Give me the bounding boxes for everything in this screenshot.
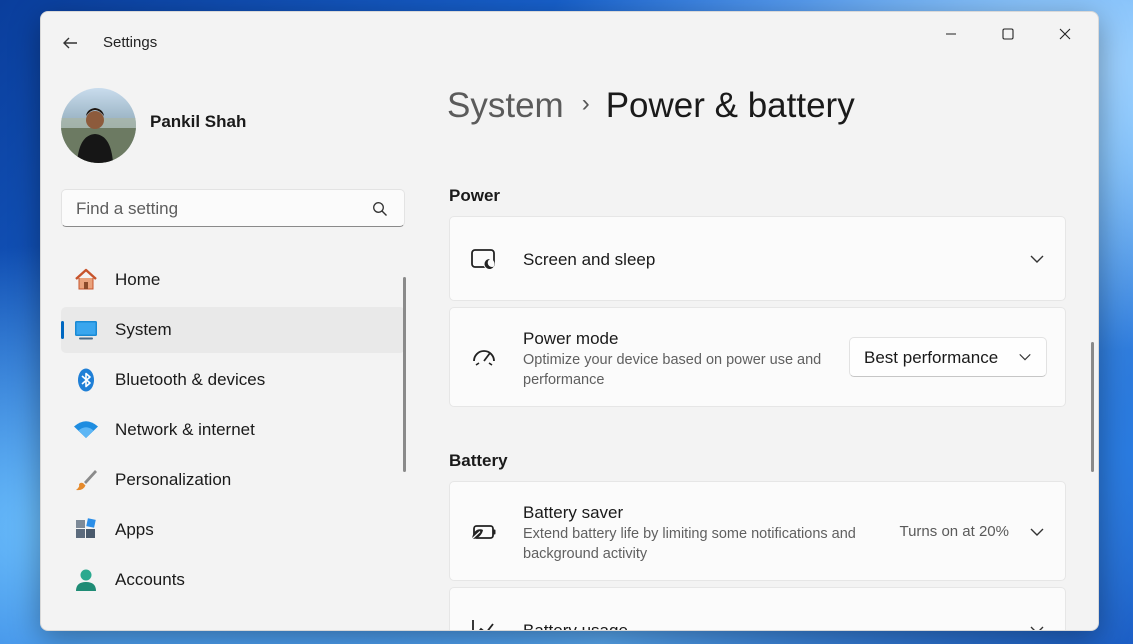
back-arrow-icon	[63, 37, 77, 49]
close-icon	[1059, 28, 1071, 40]
maximize-icon	[1002, 28, 1014, 40]
main-content: System › Power & battery Power Screen and …	[419, 72, 1098, 630]
power-mode-title: Power mode	[523, 329, 619, 348]
minimize-icon	[946, 33, 956, 35]
chevron-down-icon[interactable]	[1029, 251, 1045, 267]
chevron-down-icon[interactable]	[1029, 524, 1045, 540]
power-mode-icon	[473, 350, 495, 366]
battery-saver-title: Battery saver	[523, 503, 624, 522]
battery-saver-icon	[471, 525, 496, 540]
screen-sleep-title: Screen and sleep	[523, 250, 656, 269]
settings-window: Settings Pankil Shah Find a setting Home…	[40, 11, 1099, 631]
power-mode-selected: Best performance	[864, 348, 999, 367]
battery-usage-title: Battery usage	[523, 621, 628, 631]
power-mode-card: Power mode Optimize your device based on…	[449, 307, 1066, 407]
sidebar-item-label: Personalization	[115, 470, 232, 489]
bluetooth-icon	[78, 368, 94, 392]
search-box[interactable]	[61, 189, 405, 227]
apps-icon	[76, 518, 96, 538]
power-mode-dropdown[interactable]: Best performance	[849, 337, 1047, 377]
close-button[interactable]	[1042, 20, 1088, 48]
user-name: Pankil Shah	[150, 112, 247, 131]
battery-saver-card[interactable]: Battery saver Extend battery life by lim…	[449, 481, 1066, 581]
back-button[interactable]	[59, 32, 81, 54]
sidebar-nav: Home System Bluetooth & devices Network …	[61, 257, 405, 607]
page-title: Power & battery	[605, 86, 855, 125]
maximize-button[interactable]	[985, 20, 1031, 48]
system-icon	[75, 321, 97, 340]
sidebar-item-label: Apps	[115, 520, 154, 539]
sidebar-item-system[interactable]: System	[61, 307, 405, 353]
sidebar-item-bluetooth[interactable]: Bluetooth & devices	[61, 357, 405, 403]
sidebar-item-label: Home	[115, 270, 161, 289]
power-mode-description: Optimize your device based on power use …	[523, 352, 822, 388]
sidebar-item-label: Network & internet	[115, 420, 255, 439]
screen-sleep-icon	[471, 249, 495, 270]
screen-sleep-card[interactable]: Screen and sleep	[449, 216, 1066, 301]
wifi-icon	[74, 421, 98, 438]
accounts-icon	[76, 569, 96, 591]
sidebar-item-personalization[interactable]: Personalization	[61, 457, 405, 503]
sidebar: Pankil Shah Home	[41, 72, 419, 630]
chevron-down-icon[interactable]	[1029, 622, 1045, 631]
sidebar-item-network[interactable]: Network & internet	[61, 407, 405, 453]
battery-saver-description: Extend battery life by limiting some not…	[523, 526, 856, 562]
battery-saver-status: Turns on at 20%	[899, 523, 1009, 540]
battery-usage-card[interactable]: Battery usage	[449, 587, 1066, 631]
breadcrumb-chevron-icon: ›	[581, 90, 590, 117]
avatar[interactable]	[61, 88, 136, 163]
sidebar-item-label: Accounts	[115, 570, 185, 589]
app-title: Settings	[103, 34, 158, 51]
brush-icon	[76, 470, 97, 491]
breadcrumb-parent[interactable]: System	[447, 86, 564, 125]
section-heading-power: Power	[449, 186, 501, 205]
home-icon	[75, 268, 97, 290]
minimize-button[interactable]	[928, 20, 974, 48]
profile-photo	[61, 108, 136, 163]
search-icon[interactable]	[372, 201, 388, 217]
sidebar-item-accounts[interactable]: Accounts	[61, 557, 405, 603]
sidebar-item-home[interactable]: Home	[61, 257, 405, 303]
sidebar-item-apps[interactable]: Apps	[61, 507, 405, 553]
sidebar-item-label: System	[115, 320, 172, 339]
sidebar-item-label: Bluetooth & devices	[115, 370, 266, 389]
breadcrumb: System › Power & battery	[447, 86, 855, 126]
title-bar: Settings	[41, 12, 1098, 72]
battery-usage-icon	[472, 620, 494, 630]
chevron-down-icon	[1019, 353, 1031, 361]
search-input[interactable]	[74, 196, 368, 222]
section-heading-battery: Battery	[449, 451, 508, 470]
sidebar-scrollbar[interactable]	[403, 277, 406, 472]
main-scrollbar[interactable]	[1091, 342, 1094, 472]
